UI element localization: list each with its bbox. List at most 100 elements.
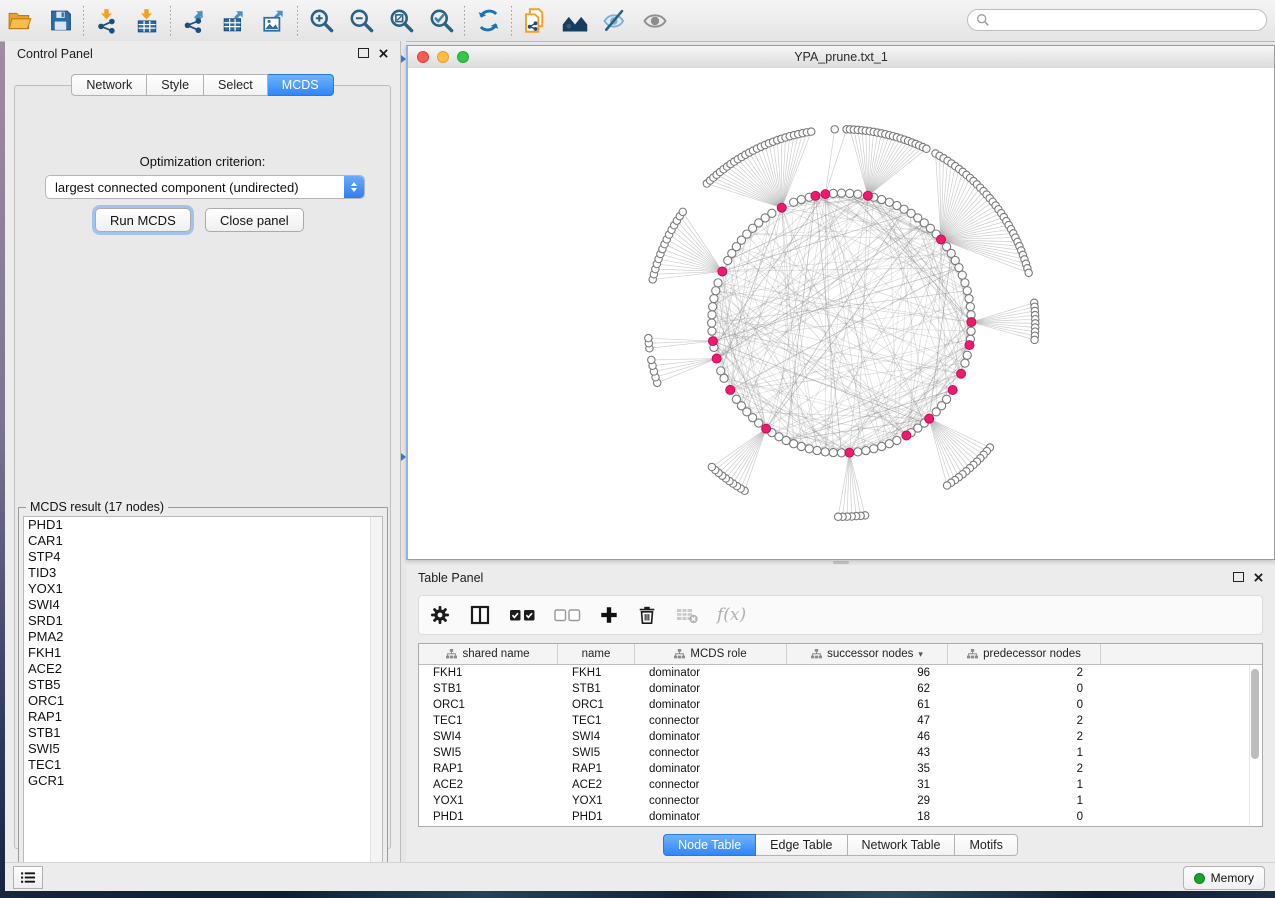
memory-button[interactable]: Memory: [1183, 866, 1265, 890]
table-cell[interactable]: 0: [948, 683, 1101, 695]
network-node[interactable]: [837, 449, 845, 457]
result-item[interactable]: STP4: [24, 549, 382, 565]
tab-edge-table[interactable]: Edge Table: [756, 834, 847, 856]
network-node[interactable]: [965, 295, 973, 303]
mcds-node[interactable]: [936, 235, 945, 244]
network-node[interactable]: [708, 311, 716, 319]
close-panel-button[interactable]: Close panel: [205, 208, 304, 232]
table-cell[interactable]: 2: [948, 715, 1101, 727]
delete-column-icon[interactable]: [637, 601, 657, 629]
result-item[interactable]: SWI4: [24, 597, 382, 613]
mcds-node[interactable]: [708, 337, 717, 346]
zoom-selected-icon[interactable]: [421, 4, 461, 38]
network-node[interactable]: [790, 198, 798, 206]
network-node[interactable]: [797, 442, 805, 450]
result-item[interactable]: FKH1: [24, 645, 382, 661]
save-session-icon[interactable]: [40, 4, 80, 38]
export-image-icon[interactable]: [254, 4, 294, 38]
table-row[interactable]: FKH1FKH1dominator962: [419, 665, 1262, 681]
table-cell[interactable]: SWI5: [558, 747, 635, 759]
table-cell[interactable]: dominator: [635, 731, 787, 743]
column-header-shared-name[interactable]: shared name: [419, 644, 558, 664]
open-file-icon[interactable]: [0, 4, 40, 38]
table-cell[interactable]: connector: [635, 747, 787, 759]
table-row[interactable]: TEC1TEC1connector472: [419, 713, 1262, 729]
hide-selected-icon[interactable]: [595, 4, 635, 38]
table-row[interactable]: SWI4SWI4dominator462: [419, 729, 1262, 745]
tab-select[interactable]: Select: [204, 74, 268, 96]
zoom-fit-icon[interactable]: [381, 4, 421, 38]
table-cell[interactable]: PHD1: [558, 811, 635, 823]
tab-network[interactable]: Network: [71, 74, 147, 96]
result-list-scrollbar[interactable]: [370, 517, 382, 875]
table-cell[interactable]: SWI5: [419, 747, 558, 759]
tab-network-table[interactable]: Network Table: [848, 834, 956, 856]
splitter-grip[interactable]: [833, 561, 849, 564]
result-item[interactable]: PHD1: [24, 517, 382, 533]
table-cell[interactable]: 18: [787, 811, 948, 823]
table-row[interactable]: YOX1YOX1connector291: [419, 793, 1262, 809]
network-node[interactable]: [829, 189, 837, 197]
column-header-successor-nodes[interactable]: successor nodes▾: [787, 644, 948, 664]
import-table-icon[interactable]: [127, 4, 167, 38]
table-cell[interactable]: connector: [635, 795, 787, 807]
table-cell[interactable]: 61: [787, 699, 948, 711]
table-cell[interactable]: dominator: [635, 763, 787, 775]
network-node[interactable]: [648, 356, 655, 363]
network-node[interactable]: [963, 287, 971, 295]
gear-icon[interactable]: [429, 601, 451, 629]
network-node[interactable]: [708, 319, 716, 327]
network-node[interactable]: [813, 446, 821, 454]
table-cell[interactable]: SWI4: [419, 731, 558, 743]
mcds-node[interactable]: [845, 448, 854, 457]
table-cell[interactable]: 35: [787, 763, 948, 775]
network-node[interactable]: [966, 303, 974, 311]
network-node[interactable]: [967, 327, 975, 335]
network-node[interactable]: [961, 359, 969, 367]
result-item[interactable]: PMA2: [24, 629, 382, 645]
result-item[interactable]: RAP1: [24, 709, 382, 725]
mcds-node[interactable]: [957, 369, 966, 378]
network-node[interactable]: [834, 513, 841, 520]
add-column-icon[interactable]: [599, 601, 619, 629]
mcds-node[interactable]: [965, 341, 974, 350]
table-cell[interactable]: ACE2: [558, 779, 635, 791]
table-cell[interactable]: YOX1: [558, 795, 635, 807]
network-node[interactable]: [805, 445, 813, 453]
table-cell[interactable]: 0: [948, 811, 1101, 823]
table-cell[interactable]: STB1: [558, 683, 635, 695]
network-node[interactable]: [854, 448, 862, 456]
table-cell[interactable]: 43: [787, 747, 948, 759]
table-scrollbar[interactable]: [1249, 665, 1261, 825]
network-node[interactable]: [862, 446, 870, 454]
table-cell[interactable]: dominator: [635, 699, 787, 711]
float-panel-icon[interactable]: [358, 45, 369, 63]
network-canvas[interactable]: [408, 68, 1274, 559]
show-all-icon[interactable]: [635, 4, 675, 38]
result-item[interactable]: YOX1: [24, 581, 382, 597]
zoom-out-icon[interactable]: [341, 4, 381, 38]
table-row[interactable]: ACE2ACE2connector311: [419, 777, 1262, 793]
run-mcds-button[interactable]: Run MCDS: [95, 208, 191, 232]
network-node[interactable]: [797, 195, 805, 203]
table-cell[interactable]: TEC1: [558, 715, 635, 727]
mcds-node[interactable]: [811, 191, 820, 200]
table-cell[interactable]: 1: [948, 779, 1101, 791]
table-cell[interactable]: RAP1: [419, 763, 558, 775]
mcds-node[interactable]: [777, 203, 786, 212]
table-cell[interactable]: TEC1: [419, 715, 558, 727]
network-node[interactable]: [885, 440, 893, 448]
network-node[interactable]: [961, 279, 969, 287]
network-node[interactable]: [963, 351, 971, 359]
select-all-icon[interactable]: [509, 601, 536, 629]
tab-node-table[interactable]: Node Table: [663, 834, 756, 856]
first-neighbors-icon[interactable]: [555, 4, 595, 38]
network-node[interactable]: [958, 271, 966, 279]
table-cell[interactable]: 2: [948, 667, 1101, 679]
network-node[interactable]: [808, 128, 815, 135]
table-cell[interactable]: STB1: [419, 683, 558, 695]
table-cell[interactable]: 62: [787, 683, 948, 695]
table-cell[interactable]: 1: [948, 747, 1101, 759]
mcds-node[interactable]: [712, 354, 721, 363]
network-node[interactable]: [878, 442, 886, 450]
